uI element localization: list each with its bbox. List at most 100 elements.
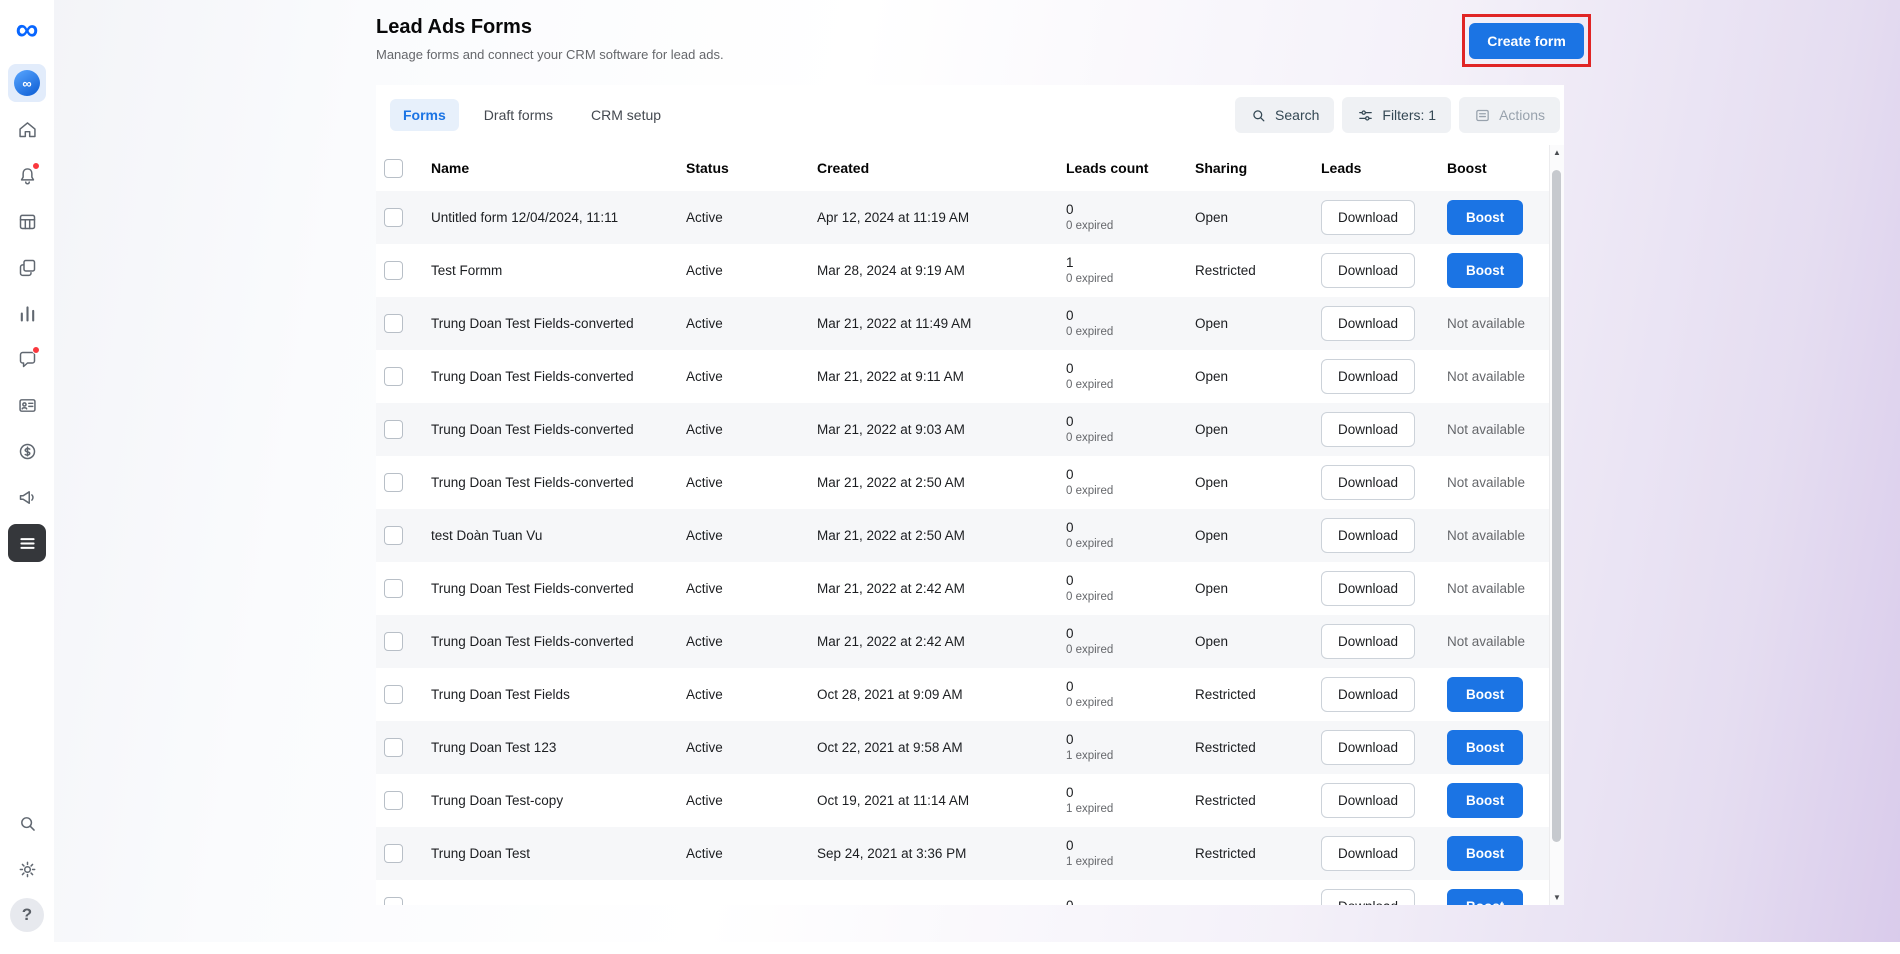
- download-button[interactable]: Download: [1321, 677, 1415, 712]
- leads-count: 0: [1066, 361, 1195, 377]
- leads-expired: 0 expired: [1066, 432, 1195, 445]
- form-name: Trung Doan Test 123: [431, 740, 686, 755]
- boost-button[interactable]: Boost: [1447, 253, 1523, 288]
- row-checkbox[interactable]: [384, 314, 403, 333]
- row-checkbox[interactable]: [384, 685, 403, 704]
- leads-expired: 0 expired: [1066, 273, 1195, 286]
- form-status: Active: [686, 846, 817, 861]
- row-checkbox[interactable]: [384, 526, 403, 545]
- row-checkbox[interactable]: [384, 738, 403, 757]
- search-icon[interactable]: [8, 804, 46, 842]
- filters-icon: [1357, 107, 1374, 124]
- filters-button[interactable]: Filters: 1: [1342, 97, 1451, 133]
- form-sharing: Open: [1195, 581, 1321, 596]
- boost-cell: Boost: [1447, 889, 1564, 905]
- tab-forms[interactable]: Forms: [390, 99, 459, 131]
- boost-button[interactable]: Boost: [1447, 889, 1523, 905]
- column-header-name: Name: [431, 160, 686, 176]
- row-checkbox[interactable]: [384, 579, 403, 598]
- form-created-date: Mar 21, 2022 at 2:42 AM: [817, 634, 1066, 649]
- tab-draft-forms[interactable]: Draft forms: [471, 99, 566, 131]
- notifications-icon[interactable]: [8, 156, 46, 194]
- inbox-icon[interactable]: [8, 340, 46, 378]
- boost-not-available: Not available: [1447, 422, 1525, 437]
- row-checkbox[interactable]: [384, 420, 403, 439]
- form-name: Trung Doan Test-copy: [431, 793, 686, 808]
- leads-count: 0: [1066, 838, 1195, 854]
- download-button[interactable]: Download: [1321, 836, 1415, 871]
- row-checkbox[interactable]: [384, 208, 403, 227]
- form-name: Test Formm: [431, 263, 686, 278]
- row-checkbox[interactable]: [384, 473, 403, 492]
- form-sharing: Open: [1195, 475, 1321, 490]
- row-checkbox[interactable]: [384, 632, 403, 651]
- boost-button[interactable]: Boost: [1447, 677, 1523, 712]
- scrollbar-thumb[interactable]: [1552, 170, 1561, 842]
- annotation-highlight: Create form: [1462, 14, 1591, 67]
- form-created-date: Mar 21, 2022 at 2:50 AM: [817, 475, 1066, 490]
- insights-icon[interactable]: [8, 294, 46, 332]
- actions-button[interactable]: Actions: [1459, 97, 1560, 133]
- row-checkbox[interactable]: [384, 844, 403, 863]
- form-created-date: Sep 24, 2021 at 3:36 PM: [817, 846, 1066, 861]
- boost-not-available: Not available: [1447, 634, 1525, 649]
- promotions-icon[interactable]: [8, 478, 46, 516]
- boost-button[interactable]: Boost: [1447, 783, 1523, 818]
- app-shortcut-icon[interactable]: ∞: [8, 64, 46, 102]
- form-sharing: Open: [1195, 422, 1321, 437]
- meta-logo-icon[interactable]: ∞: [16, 12, 39, 46]
- row-checkbox[interactable]: [384, 897, 403, 905]
- download-button[interactable]: Download: [1321, 253, 1415, 288]
- download-button[interactable]: Download: [1321, 359, 1415, 394]
- row-checkbox[interactable]: [384, 261, 403, 280]
- download-button[interactable]: Download: [1321, 571, 1415, 606]
- table-row: Trung Doan Test Fields Active Oct 28, 20…: [376, 668, 1564, 721]
- scroll-down-arrow[interactable]: ▼: [1550, 893, 1564, 902]
- leads-expired: 0 expired: [1066, 485, 1195, 498]
- row-checkbox[interactable]: [384, 791, 403, 810]
- row-checkbox[interactable]: [384, 367, 403, 386]
- boost-cell: Not available: [1447, 475, 1564, 490]
- form-status: Active: [686, 528, 817, 543]
- boost-button[interactable]: Boost: [1447, 200, 1523, 235]
- form-created-date: Mar 21, 2022 at 9:11 AM: [817, 369, 1066, 384]
- table-row: Trung Doan Test Fields-converted Active …: [376, 403, 1564, 456]
- download-button[interactable]: Download: [1321, 200, 1415, 235]
- menu-icon[interactable]: [8, 524, 46, 562]
- form-name: Trung Doan Test Fields-converted: [431, 475, 686, 490]
- filters-button-label: Filters: 1: [1382, 107, 1436, 123]
- boost-button[interactable]: Boost: [1447, 730, 1523, 765]
- download-button[interactable]: Download: [1321, 518, 1415, 553]
- planner-icon[interactable]: [8, 202, 46, 240]
- scroll-up-arrow[interactable]: ▲: [1550, 148, 1564, 157]
- download-button[interactable]: Download: [1321, 783, 1415, 818]
- page-title: Lead Ads Forms: [376, 16, 724, 39]
- home-icon[interactable]: [8, 110, 46, 148]
- boost-cell: Not available: [1447, 422, 1564, 437]
- download-button[interactable]: Download: [1321, 730, 1415, 765]
- monetization-icon[interactable]: [8, 432, 46, 470]
- download-button[interactable]: Download: [1321, 889, 1415, 905]
- form-name: Trung Doan Test Fields: [431, 687, 686, 702]
- download-button[interactable]: Download: [1321, 412, 1415, 447]
- boost-cell: Not available: [1447, 528, 1564, 543]
- content-icon[interactable]: [8, 248, 46, 286]
- select-all-checkbox[interactable]: [384, 159, 403, 178]
- download-button[interactable]: Download: [1321, 465, 1415, 500]
- tab-crm-setup[interactable]: CRM setup: [578, 99, 674, 131]
- boost-button[interactable]: Boost: [1447, 836, 1523, 871]
- toolbar: Search Filters: 1 Actions: [1235, 97, 1560, 133]
- download-button[interactable]: Download: [1321, 306, 1415, 341]
- help-icon[interactable]: ?: [10, 898, 44, 932]
- search-button[interactable]: Search: [1235, 97, 1334, 133]
- create-form-button[interactable]: Create form: [1469, 23, 1584, 59]
- bottom-strip: [0, 942, 1900, 954]
- boost-cell: Not available: [1447, 581, 1564, 596]
- boost-cell: Not available: [1447, 369, 1564, 384]
- contacts-icon[interactable]: [8, 386, 46, 424]
- download-button[interactable]: Download: [1321, 624, 1415, 659]
- form-created-date: Oct 28, 2021 at 9:09 AM: [817, 687, 1066, 702]
- leads-count: 0: [1066, 414, 1195, 430]
- settings-gear-icon[interactable]: [8, 850, 46, 888]
- leads-expired: 0 expired: [1066, 379, 1195, 392]
